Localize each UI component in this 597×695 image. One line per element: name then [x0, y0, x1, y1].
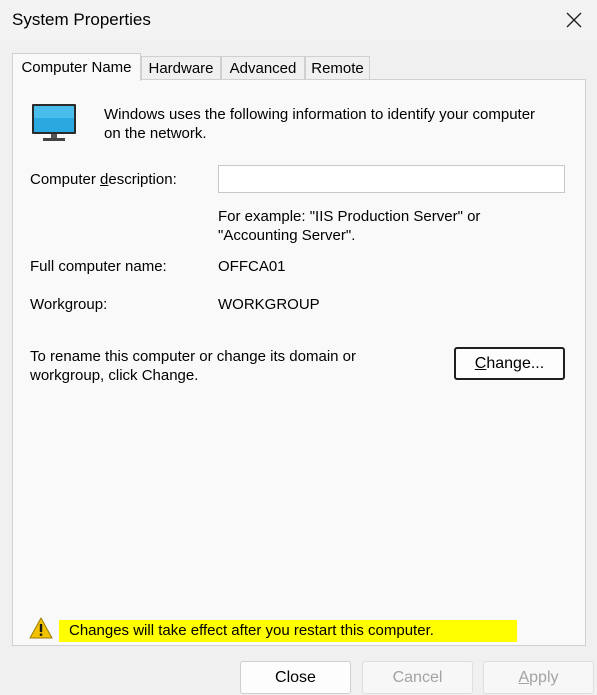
restart-warning-text: Changes will take effect after you resta… [69, 622, 434, 639]
apply-button[interactable]: Apply [483, 661, 594, 694]
tab-hardware[interactable]: Hardware [141, 56, 221, 80]
close-button[interactable]: Close [240, 661, 351, 694]
full-computer-name-value: OFFCA01 [218, 258, 286, 275]
workgroup-label: Workgroup: [30, 296, 108, 313]
tab-remote[interactable]: Remote [305, 56, 370, 80]
cancel-button[interactable]: Cancel [362, 661, 473, 694]
tab-computer-name[interactable]: Computer Name [12, 53, 141, 81]
tab-advanced[interactable]: Advanced [221, 56, 305, 80]
computer-monitor-icon [32, 104, 76, 141]
accelerator-key: A [518, 668, 530, 686]
intro-text: Windows uses the following information t… [104, 106, 535, 142]
close-window-button[interactable] [551, 0, 597, 40]
intro-line-2: on the network. [104, 125, 207, 142]
computer-description-label: Computer description: [30, 171, 177, 188]
full-computer-name-label: Full computer name: [30, 258, 167, 275]
example-line-2: "Accounting Server". [218, 227, 356, 244]
change-button-label: hange... [486, 354, 545, 372]
example-line-1: For example: "IIS Production Server" or [218, 208, 481, 225]
label-part: escription: [108, 171, 177, 188]
title-bar: System Properties [0, 0, 597, 40]
label-part: Computer [30, 171, 101, 188]
rename-line-1: To rename this computer or change its do… [30, 348, 356, 365]
example-text: For example: "IIS Production Server" or … [218, 208, 480, 244]
apply-button-label: pply [529, 668, 559, 686]
change-button[interactable]: Change... [454, 347, 565, 380]
computer-description-input[interactable] [218, 165, 565, 193]
rename-line-2: workgroup, click Change. [30, 367, 199, 384]
close-icon [566, 12, 582, 28]
warning-icon [29, 617, 53, 639]
accelerator-key: C [474, 354, 487, 372]
rename-instructions: To rename this computer or change its do… [30, 348, 356, 384]
window-title: System Properties [12, 10, 151, 29]
workgroup-value: WORKGROUP [218, 296, 320, 313]
intro-line-1: Windows uses the following information t… [104, 106, 536, 123]
